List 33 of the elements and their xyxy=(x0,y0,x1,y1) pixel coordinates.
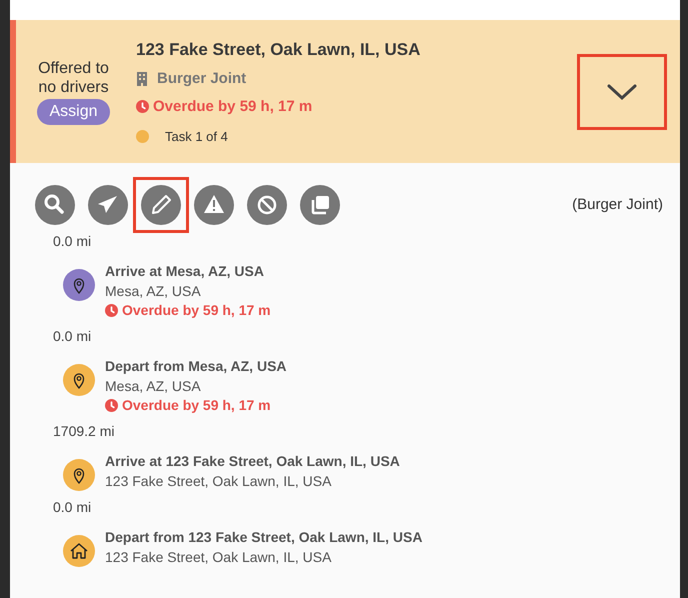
clock-icon xyxy=(136,100,149,114)
overdue-text: Overdue by 59 h, 17 m xyxy=(153,96,312,116)
building-icon xyxy=(136,72,148,86)
chevron-down-icon xyxy=(607,82,637,100)
expand-button[interactable] xyxy=(577,54,667,130)
offer-status: Offered to no drivers xyxy=(37,58,110,96)
duplicate-button[interactable] xyxy=(300,185,340,225)
distance-label: 0.0 mi xyxy=(53,498,92,517)
distance-label: 0.0 mi xyxy=(53,327,92,346)
stop-address: 123 Fake Street, Oak Lawn, IL, USA xyxy=(105,548,332,567)
stop-address: 123 Fake Street, Oak Lawn, IL, USA xyxy=(105,472,332,491)
merchant-note: (Burger Joint) xyxy=(572,194,663,215)
task-title: 123 Fake Street, Oak Lawn, IL, USA xyxy=(136,38,422,60)
edit-button[interactable] xyxy=(141,185,181,225)
stop-address: Mesa, AZ, USA xyxy=(105,282,202,301)
cancel-button[interactable] xyxy=(247,185,287,225)
stop-address: Mesa, AZ, USA xyxy=(105,377,202,396)
stop-title: Depart from 123 Fake Street, Oak Lawn, IL, USA xyxy=(105,528,422,547)
distance-label: 1709.2 mi xyxy=(53,422,116,441)
overdue-text: Overdue by 59 h, 17 m xyxy=(122,396,271,415)
stop-title: Arrive at 123 Fake Street, Oak Lawn, IL, USA xyxy=(105,452,400,471)
send-button[interactable] xyxy=(88,185,128,225)
search-button[interactable] xyxy=(35,185,75,225)
stop-title: Depart from Mesa, AZ, USA xyxy=(105,357,287,376)
assign-button[interactable]: Assign xyxy=(37,98,110,124)
stop-title: Arrive at Mesa, AZ, USA xyxy=(105,262,265,281)
task-count: Task 1 of 4 xyxy=(165,128,228,146)
clock-icon xyxy=(105,304,118,317)
merchant-name: Burger Joint xyxy=(157,69,246,89)
distance-label: 0.0 mi xyxy=(53,232,92,251)
warning-button[interactable] xyxy=(194,185,234,225)
overdue-text: Overdue by 59 h, 17 m xyxy=(122,301,271,320)
clock-icon xyxy=(105,399,118,412)
